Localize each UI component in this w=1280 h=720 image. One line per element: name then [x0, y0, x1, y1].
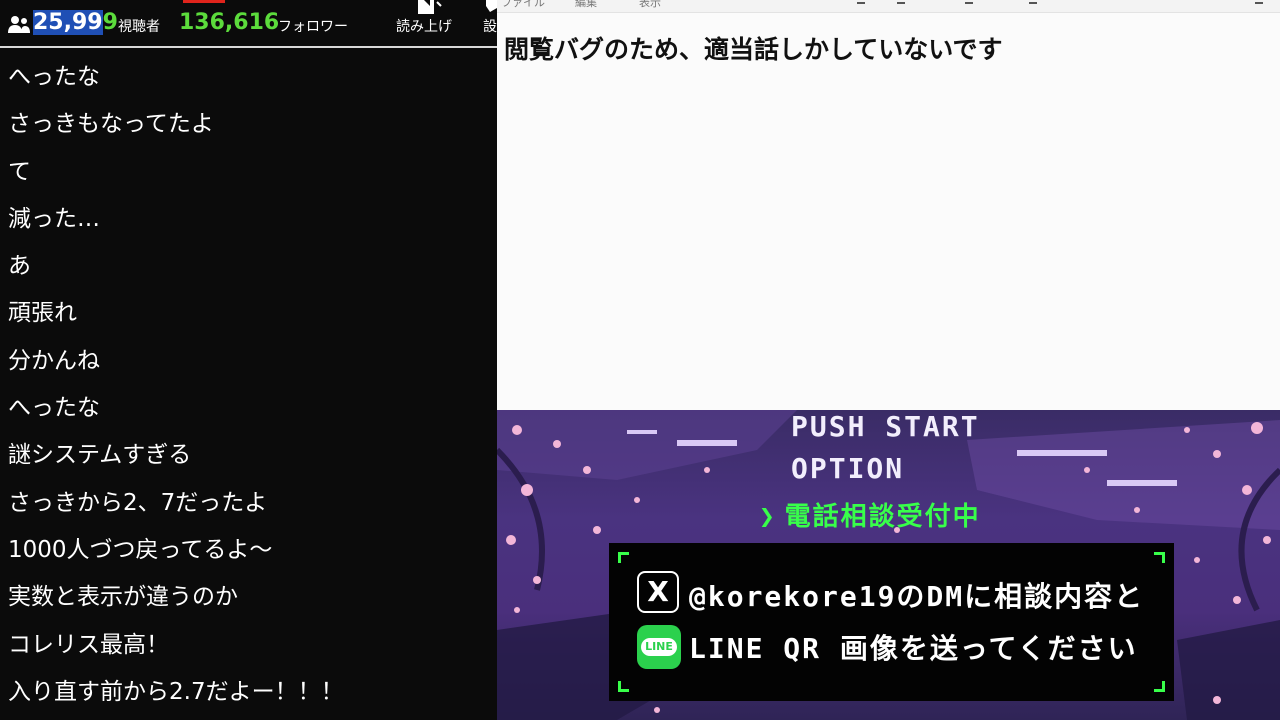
- consult-line: ❯ 電話相談受付中: [759, 496, 981, 533]
- consult-text: 電話相談受付中: [784, 502, 981, 532]
- chat-list: へったな さっきもなってたよ て 減った… あ 頑張れ 分かんね へったな 謎シ…: [0, 54, 497, 716]
- toolbar-search-icon[interactable]: [1029, 0, 1037, 4]
- gear-icon[interactable]: [484, 0, 497, 12]
- line-logo-icon: LINE: [637, 625, 681, 669]
- chat-message: さっきもなってたよ: [8, 111, 214, 138]
- chat-message: 謎システムすぎる: [8, 442, 192, 469]
- viewer-label: 視聴者: [118, 19, 160, 35]
- x-logo-icon: X: [637, 571, 679, 613]
- tts-button[interactable]: 読み上げ: [396, 16, 452, 36]
- toolbar-table-icon[interactable]: [965, 0, 973, 4]
- menu-view[interactable]: 表示: [639, 0, 661, 10]
- stream-banner: PUSH START OPTION ❯ 電話相談受付中 X @korekore19…: [497, 410, 1280, 720]
- text-editor: ファイル 編集 表示 閲覧バグのため、適当話しかしていないです: [497, 0, 1280, 410]
- viewer-count-selected: 25,99: [33, 10, 103, 35]
- x-contact-text: @korekore19のDMに相談内容と: [689, 580, 1145, 613]
- chat-panel: 25,999 視聴者 136,616 フォロワー 読み上げ 設 へったな さっき…: [0, 0, 497, 720]
- chat-message: 減った…: [8, 205, 100, 232]
- chat-message: 実数と表示が違うのか: [8, 584, 238, 611]
- chat-message: 頑張れ: [8, 300, 77, 327]
- editor-menubar: ファイル 編集 表示: [497, 0, 1280, 13]
- menu-edit[interactable]: 編集: [575, 0, 597, 10]
- chat-message: へったな: [8, 64, 100, 90]
- chevron-right-icon: ❯: [759, 502, 777, 532]
- menu-file[interactable]: ファイル: [501, 0, 545, 10]
- viewer-icon: [8, 16, 30, 33]
- toolbar-settings-icon[interactable]: [1255, 0, 1263, 4]
- contact-info-box: X @korekore19のDMに相談内容と LINE LINE QR 画像を送…: [609, 543, 1174, 701]
- chat-message: コレリス最高！: [8, 631, 169, 658]
- corner-decoration: [1154, 681, 1165, 692]
- toolbar-heading-icon[interactable]: [857, 0, 865, 4]
- chat-message: て: [8, 158, 31, 185]
- chat-message: 1000人づつ戻ってるよ〜: [8, 536, 273, 563]
- chat-message: さっきから2、7だったよ: [8, 489, 268, 516]
- editor-content[interactable]: 閲覧バグのため、適当話しかしていないです: [504, 30, 1003, 66]
- live-indicator: [183, 0, 225, 3]
- corner-decoration: [1154, 552, 1165, 563]
- viewer-count: 25,999: [33, 10, 118, 35]
- settings-button[interactable]: 設: [483, 16, 497, 36]
- follower-label: フォロワー: [278, 19, 348, 35]
- header-divider: [0, 46, 497, 48]
- follower-count: 136,616: [179, 10, 280, 35]
- stats-header: 25,999 視聴者 136,616 フォロワー 読み上げ 設: [0, 0, 497, 46]
- line-logo-text: LINE: [641, 638, 677, 656]
- corner-decoration: [618, 552, 629, 563]
- push-start-text: PUSH START: [791, 410, 980, 443]
- chat-message: 入り直す前から2.7だよー！！！: [8, 678, 344, 705]
- line-contact-text: LINE QR 画像を送ってください: [689, 632, 1138, 665]
- chat-message: 分かんね: [8, 347, 100, 374]
- chat-message: あ: [8, 253, 31, 280]
- chat-message: へったな: [8, 395, 100, 422]
- option-text: OPTION: [791, 452, 905, 485]
- viewer-count-rest: 9: [102, 10, 118, 35]
- corner-decoration: [618, 681, 629, 692]
- toolbar-list-icon[interactable]: [897, 0, 905, 4]
- speaker-icon[interactable]: [410, 0, 444, 14]
